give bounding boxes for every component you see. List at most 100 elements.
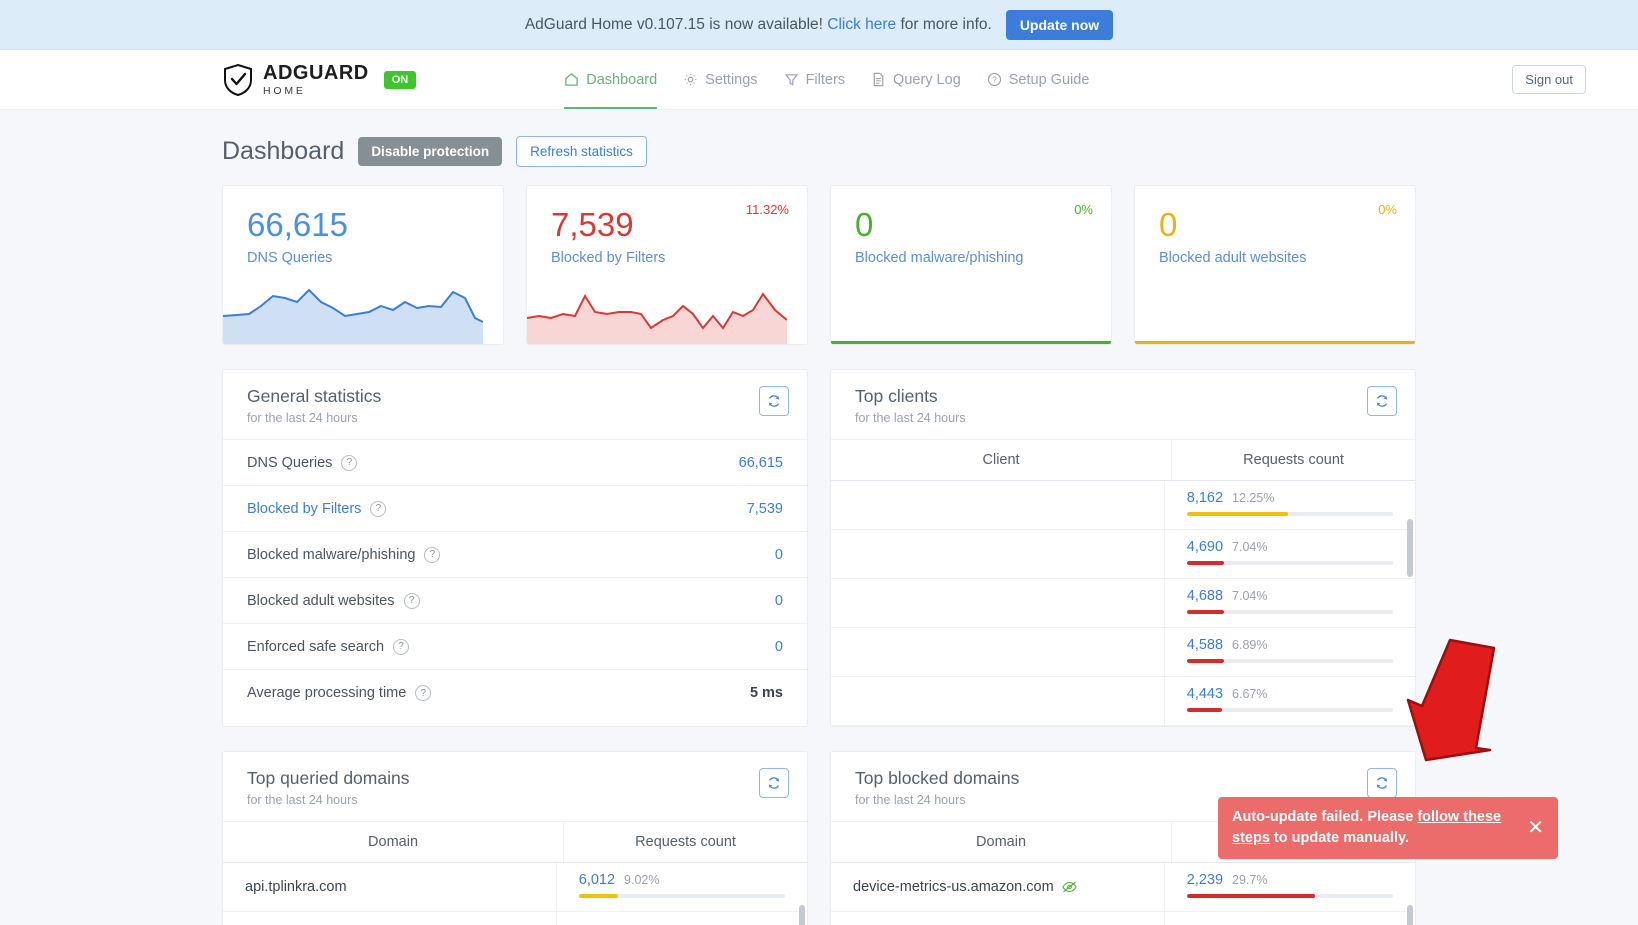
banner-text-before: AdGuard Home v0.107.15 is now available!	[524, 15, 823, 33]
table-row[interactable]	[223, 912, 807, 925]
requests-count: 4,588	[1186, 637, 1224, 653]
nav-item-query-log[interactable]: Query Log	[871, 50, 961, 109]
panel-title: General statistics	[247, 386, 382, 406]
eye-slash-icon[interactable]	[1061, 880, 1077, 894]
table-row[interactable]: 8,162 12.25%	[831, 481, 1415, 530]
table-body: 8,162 12.25% 4,690 7.04% 4,688 7.04% 4,5…	[831, 481, 1415, 726]
disable-protection-button[interactable]: Disable protection	[358, 137, 503, 166]
table-row[interactable]: 4,688 7.04%	[831, 579, 1415, 628]
requests-cell: 2,239 29.7%	[1165, 863, 1415, 911]
page-title: Dashboard	[222, 137, 345, 165]
column-header-domain[interactable]: Domain	[831, 822, 1173, 862]
top-queried-domains-panel: Top queried domains for the last 24 hour…	[222, 751, 808, 925]
help-icon[interactable]: ?	[370, 500, 387, 517]
refresh-top-clients-button[interactable]	[1367, 386, 1397, 416]
stat-row-label: Blocked malware/phishing	[247, 546, 416, 563]
close-icon[interactable]: ✕	[1527, 818, 1544, 838]
requests-cell: 4,588 6.89%	[1165, 628, 1415, 676]
question-circle-icon: ?	[987, 72, 1001, 87]
stat-row-value: 0	[774, 638, 783, 655]
requests-count: 8,162	[1186, 490, 1224, 506]
refresh-top-blocked-domains-button[interactable]	[1367, 768, 1397, 798]
client-cell	[831, 530, 1165, 578]
requests-percent: 6.89%	[1232, 638, 1268, 652]
adguard-shield-icon	[224, 63, 252, 96]
stat-row-value: 5 ms	[749, 685, 783, 701]
table-row[interactable]: 4,443 6.67%	[831, 677, 1415, 726]
requests-cell: 8,162 12.25%	[1165, 481, 1415, 529]
nav-item-filters[interactable]: Filters	[784, 50, 845, 109]
help-icon[interactable]: ?	[393, 638, 410, 655]
help-icon[interactable]: ?	[415, 685, 432, 701]
protection-status-badge: ON	[383, 70, 417, 89]
table-row[interactable]	[831, 912, 1415, 925]
red-arrow-annotation	[1406, 638, 1496, 762]
nav-item-setup-guide[interactable]: ? Setup Guide	[987, 50, 1089, 109]
stat-card-blocked-adult[interactable]: 0 Blocked adult websites 0%	[1134, 185, 1416, 345]
update-now-button[interactable]: Update now	[1005, 9, 1114, 40]
stat-row[interactable]: Blocked by Filters ? 7,539	[223, 486, 807, 532]
nav-item-settings[interactable]: Settings	[683, 50, 758, 109]
table-row[interactable]: device-metrics-us.amazon.com 2,239 29.7%	[831, 863, 1415, 912]
client-cell	[831, 481, 1165, 529]
stat-card-percent: 0%	[1378, 202, 1397, 217]
table-scrollbar[interactable]	[799, 905, 805, 925]
table-row[interactable]: 4,588 6.89%	[831, 628, 1415, 677]
column-header-requests-count[interactable]: Requests count	[564, 822, 807, 862]
brand-logo[interactable]: ADGUARD HOME ON	[222, 63, 417, 97]
table-scrollbar[interactable]	[1407, 905, 1413, 925]
nav-label-filters: Filters	[805, 71, 846, 88]
stat-card-dns-queries[interactable]: 66,615 DNS Queries	[222, 185, 504, 345]
nav-label-query-log: Query Log	[893, 71, 961, 88]
refresh-general-statistics-button[interactable]	[759, 386, 789, 416]
stat-row[interactable]: Blocked adult websites ? 0	[223, 578, 807, 624]
requests-bar	[1186, 561, 1393, 565]
client-cell	[831, 579, 1165, 627]
help-icon[interactable]: ?	[403, 592, 420, 609]
banner-message: AdGuard Home v0.107.15 is now available!…	[525, 16, 992, 34]
table-body: api.tplinkra.com 6,012 9.02%	[223, 863, 807, 925]
stat-row[interactable]: DNS Queries ? 66,615	[223, 440, 807, 486]
stat-row[interactable]: Average processing time ? 5 ms	[223, 670, 807, 716]
table-row[interactable]: api.tplinkra.com 6,012 9.02%	[223, 863, 807, 912]
table-row[interactable]: 4,690 7.04%	[831, 530, 1415, 579]
help-icon[interactable]: ?	[341, 454, 358, 471]
stat-row-value: 0	[774, 546, 783, 563]
stat-card-blocked-by-filters[interactable]: 7,539 Blocked by Filters 11.32%	[526, 185, 808, 345]
banner-click-here-link[interactable]: Click here	[827, 16, 896, 33]
help-icon[interactable]: ?	[424, 546, 441, 563]
stat-card-blocked-malware[interactable]: 0 Blocked malware/phishing 0%	[830, 185, 1112, 345]
panel-subtitle: for the last 24 hours	[855, 793, 966, 807]
brand-subtitle: HOME	[263, 84, 306, 97]
table-header: Domain Requests count	[223, 822, 807, 863]
refresh-statistics-button[interactable]: Refresh statistics	[516, 136, 647, 167]
panel-subtitle: for the last 24 hours	[247, 411, 358, 425]
blocked-by-filters-sparkline	[527, 292, 787, 344]
main-navigation: Dashboard Settings Filters Query Log ? S…	[564, 50, 1089, 109]
stat-row-value: 7,539	[746, 500, 783, 517]
stat-row-value: 0	[774, 592, 783, 609]
requests-cell: 4,688 7.04%	[1165, 579, 1415, 627]
panel-title: Top queried domains	[247, 768, 410, 788]
stat-cards-row: 66,615 DNS Queries 7,539 Blocked by Filt…	[222, 185, 1416, 345]
table-header: Client Requests count	[831, 440, 1415, 481]
toast-text-after: to update manually.	[1269, 830, 1409, 847]
refresh-top-queried-domains-button[interactable]	[759, 768, 789, 798]
funnel-icon	[784, 74, 798, 86]
stat-row[interactable]: Blocked malware/phishing ? 0	[223, 532, 807, 578]
column-header-client[interactable]: Client	[831, 440, 1173, 480]
column-header-domain[interactable]: Domain	[223, 822, 565, 862]
table-scrollbar[interactable]	[1407, 519, 1413, 577]
banner-text-after: for more info.	[900, 15, 992, 33]
nav-item-dashboard[interactable]: Dashboard	[564, 50, 657, 109]
toast-text-before: Auto-update failed. Please	[1232, 809, 1418, 825]
stat-card-value: 0	[1159, 206, 1178, 243]
sign-out-button[interactable]: Sign out	[1512, 65, 1586, 94]
stat-card-underline	[1135, 341, 1415, 344]
column-header-requests-count[interactable]: Requests count	[1172, 440, 1415, 480]
update-available-banner: AdGuard Home v0.107.15 is now available!…	[0, 0, 1638, 50]
stat-row[interactable]: Enforced safe search ? 0	[223, 624, 807, 670]
stat-row-label-wrap: Blocked adult websites ?	[247, 592, 420, 609]
stat-row-label[interactable]: Blocked by Filters	[247, 501, 361, 517]
requests-bar	[578, 894, 785, 898]
